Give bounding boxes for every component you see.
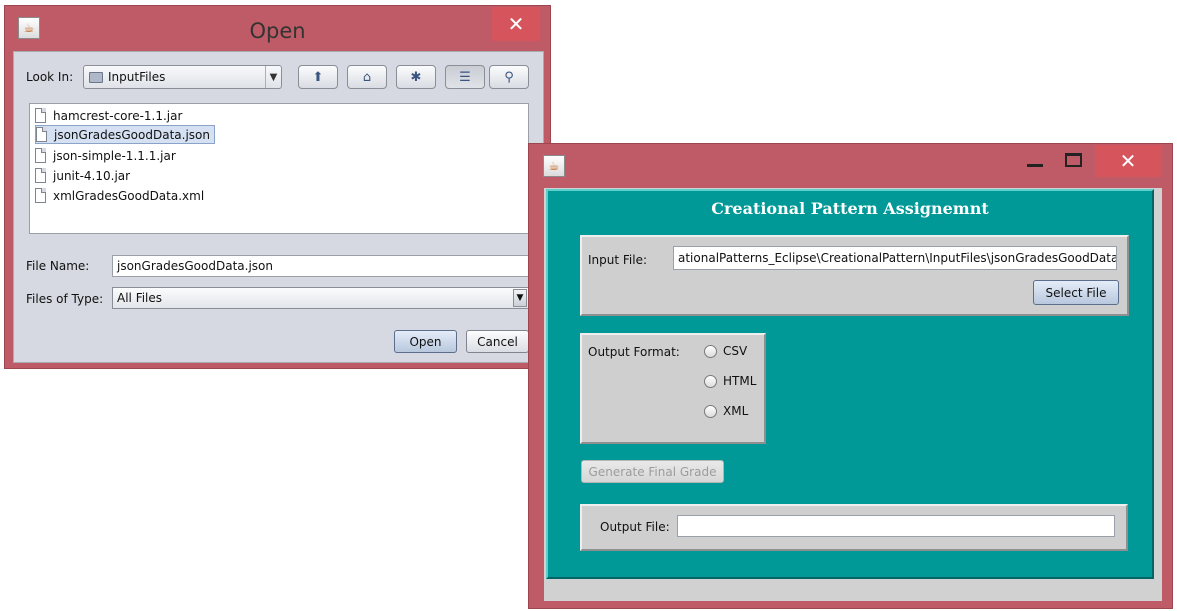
new-folder-icon: ✱ — [410, 69, 422, 85]
files-of-type-label: Files of Type: — [26, 292, 104, 306]
format-option-html[interactable]: HTML — [704, 374, 756, 388]
dialog-content: Look In: InputFiles ▼ ⬆ ⌂ ✱ ☰ ⚲ hamcrest… — [13, 51, 544, 363]
output-file-label: Output File: — [600, 520, 670, 534]
input-file-panel: Input File: ationalPatterns_Eclipse\Crea… — [580, 235, 1129, 316]
chevron-down-icon[interactable]: ▼ — [513, 289, 527, 307]
file-name: json-simple-1.1.1.jar — [53, 148, 176, 163]
up-folder-button[interactable]: ⬆ — [298, 65, 338, 89]
generate-final-grade-button[interactable]: Generate Final Grade — [581, 460, 724, 483]
look-in-combobox[interactable]: InputFiles ▼ — [83, 65, 282, 89]
new-folder-button[interactable]: ✱ — [396, 65, 436, 89]
format-option-csv[interactable]: CSV — [704, 344, 747, 358]
home-icon: ⌂ — [362, 69, 372, 85]
select-file-button[interactable]: Select File — [1033, 280, 1119, 305]
open-button[interactable]: Open — [394, 330, 457, 353]
file-name: xmlGradesGoodData.xml — [53, 188, 205, 203]
output-format-panel: Output Format: CSV HTML XML — [580, 333, 766, 444]
app-window: ☕ ✕ Creational Pattern Assignemnt Input … — [528, 143, 1173, 609]
look-in-value: InputFiles — [108, 70, 166, 84]
file-item[interactable]: json-simple-1.1.1.jar — [35, 146, 180, 165]
radio-button[interactable] — [704, 344, 717, 358]
file-name-label: File Name: — [26, 259, 90, 273]
file-item-selected[interactable]: jsonGradesGoodData.json — [35, 125, 215, 144]
chevron-down-icon[interactable]: ▼ — [265, 66, 281, 88]
close-icon: ✕ — [507, 12, 525, 36]
file-item[interactable]: junit-4.10.jar — [35, 166, 134, 185]
list-view-icon: ☰ — [459, 69, 471, 85]
format-option-label: HTML — [723, 374, 757, 388]
file-item[interactable]: hamcrest-core-1.1.jar — [35, 106, 186, 125]
close-button[interactable]: ✕ — [492, 7, 540, 41]
details-view-icon: ⚲ — [504, 69, 514, 85]
format-option-label: CSV — [723, 344, 748, 358]
app-content: Creational Pattern Assignemnt Input File… — [544, 188, 1162, 601]
dialog-title: Open — [249, 19, 306, 43]
radio-button[interactable] — [704, 404, 717, 418]
input-file-label: Input File: — [588, 253, 648, 267]
home-button[interactable]: ⌂ — [347, 65, 387, 89]
output-file-field[interactable] — [677, 515, 1115, 537]
file-item[interactable]: xmlGradesGoodData.xml — [35, 186, 208, 205]
output-file-panel: Output File: — [580, 504, 1128, 551]
files-of-type-combobox[interactable]: All Files ▼ — [112, 287, 529, 309]
output-format-label: Output Format: — [588, 345, 680, 359]
page-title: Creational Pattern Assignemnt — [711, 199, 989, 218]
radio-button[interactable] — [704, 374, 717, 388]
file-name: hamcrest-core-1.1.jar — [53, 108, 183, 123]
file-list[interactable]: hamcrest-core-1.1.jar jsonGradesGoodData… — [29, 103, 529, 234]
file-name: jsonGradesGoodData.json — [54, 127, 210, 142]
input-file-field[interactable]: ationalPatterns_Eclipse\CreationalPatter… — [673, 246, 1117, 270]
maximize-icon[interactable] — [1065, 153, 1082, 167]
files-of-type-value: All Files — [117, 291, 163, 305]
minimize-icon[interactable] — [1027, 164, 1043, 167]
folder-icon — [89, 71, 103, 83]
cancel-button[interactable]: Cancel — [466, 330, 529, 353]
file-name: junit-4.10.jar — [53, 168, 131, 183]
close-button[interactable]: ✕ — [1095, 145, 1161, 177]
look-in-label: Look In: — [26, 70, 74, 84]
file-icon — [35, 188, 46, 203]
list-view-button[interactable]: ☰ — [445, 65, 485, 89]
details-view-button[interactable]: ⚲ — [489, 65, 529, 89]
up-folder-icon: ⬆ — [312, 69, 324, 85]
main-panel: Creational Pattern Assignemnt Input File… — [546, 189, 1154, 579]
file-icon — [35, 148, 46, 163]
format-option-label: XML — [723, 404, 749, 418]
format-option-xml[interactable]: XML — [704, 404, 748, 418]
close-icon: ✕ — [1119, 149, 1137, 173]
open-dialog-window: ☕ Open ✕ Look In: InputFiles ▼ ⬆ ⌂ ✱ ☰ ⚲… — [4, 5, 551, 369]
file-icon — [35, 108, 46, 123]
file-name-field[interactable]: jsonGradesGoodData.json — [112, 255, 529, 277]
java-app-icon[interactable]: ☕ — [543, 155, 565, 177]
file-icon — [35, 168, 46, 183]
file-icon — [36, 127, 47, 142]
